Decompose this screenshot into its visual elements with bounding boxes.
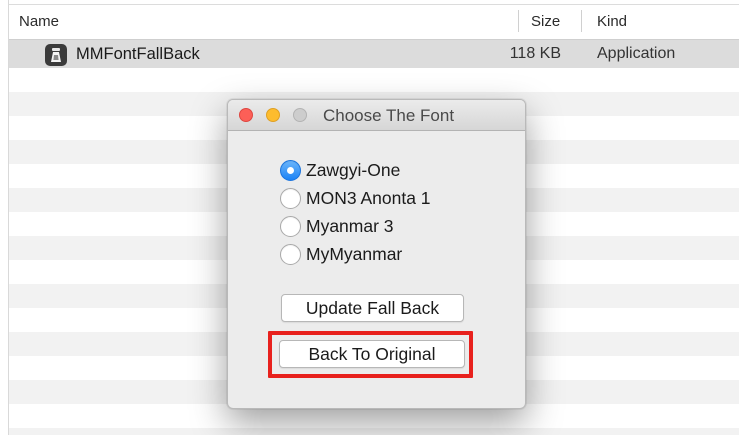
column-header: Name Size Kind — [0, 0, 739, 40]
radio-label: MON3 Anonta 1 — [306, 187, 431, 208]
column-separator[interactable] — [518, 10, 519, 32]
radio-dot — [287, 166, 294, 174]
file-row[interactable]: MMFontFallBack 118 KB Application — [0, 40, 739, 68]
radio-option-mon3-anonta-1[interactable]: MON3 Anonta 1 — [280, 186, 431, 210]
radio-label: Zawgyi-One — [306, 159, 401, 180]
back-to-original-button[interactable]: Back To Original — [279, 340, 465, 368]
radio-option-zawgyi-one[interactable]: Zawgyi-One — [280, 158, 400, 182]
radio-button[interactable] — [280, 215, 301, 237]
empty-row — [0, 428, 739, 435]
header-divider — [0, 4, 739, 5]
radio-option-myanmar-3[interactable]: Myanmar 3 — [280, 214, 394, 238]
close-button[interactable] — [239, 108, 253, 122]
app-icon — [45, 44, 67, 66]
radio-option-mymyanmar[interactable]: MyMyanmar — [280, 242, 402, 266]
update-fall-back-button[interactable]: Update Fall Back — [281, 294, 464, 322]
app-icon-glyph — [51, 48, 61, 62]
column-size-header[interactable]: Size — [531, 13, 560, 30]
file-kind: Application — [597, 45, 676, 62]
radio-button[interactable] — [280, 243, 301, 265]
minimize-button[interactable] — [266, 108, 280, 122]
empty-row — [0, 68, 739, 92]
radio-button-selected[interactable] — [280, 159, 301, 181]
column-name-header[interactable]: Name — [19, 13, 59, 30]
dialog-titlebar[interactable]: Choose The Font — [228, 100, 525, 131]
choose-font-dialog: Choose The Font Zawgyi-One MON3 Anonta 1… — [227, 99, 526, 409]
file-name: MMFontFallBack — [76, 45, 200, 63]
radio-label: Myanmar 3 — [306, 215, 394, 236]
file-size: 118 KB — [509, 45, 561, 62]
radio-label: MyMyanmar — [306, 243, 403, 264]
column-separator[interactable] — [581, 10, 582, 32]
dialog-title: Choose The Font — [323, 106, 455, 125]
window-edge — [0, 0, 9, 435]
column-kind-header[interactable]: Kind — [597, 13, 627, 30]
zoom-button[interactable] — [293, 108, 307, 122]
radio-button[interactable] — [280, 187, 301, 209]
